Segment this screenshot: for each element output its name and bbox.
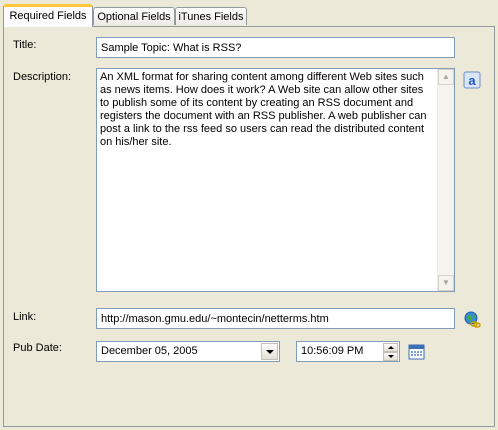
title-input[interactable] bbox=[96, 37, 455, 58]
calendar-icon[interactable] bbox=[408, 343, 425, 360]
pub-date-picker[interactable]: December 05, 2005 bbox=[96, 341, 280, 362]
pub-date-value: December 05, 2005 bbox=[101, 345, 198, 357]
tab-label: iTunes Fields bbox=[178, 11, 244, 23]
pub-time-value: 10:56:09 PM bbox=[301, 345, 364, 357]
description-scrollbar[interactable]: ▲ ▼ bbox=[437, 69, 454, 291]
pub-time-input[interactable]: 10:56:09 PM bbox=[296, 341, 400, 362]
text-format-icon[interactable]: a bbox=[463, 71, 481, 89]
link-label: Link: bbox=[13, 311, 37, 323]
chevron-down-icon[interactable] bbox=[261, 343, 278, 360]
scroll-down-button[interactable]: ▼ bbox=[438, 275, 454, 291]
svg-text:a: a bbox=[468, 73, 476, 88]
description-textarea[interactable]: An XML format for sharing content among … bbox=[96, 68, 455, 292]
tab-label: Optional Fields bbox=[97, 11, 171, 23]
time-spin-down-button[interactable] bbox=[383, 352, 398, 361]
tab-label: Required Fields bbox=[9, 10, 87, 22]
tab-itunes-fields[interactable]: iTunes Fields bbox=[175, 7, 247, 25]
title-label: Title: bbox=[13, 39, 37, 51]
description-text: An XML format for sharing content among … bbox=[100, 71, 430, 148]
pub-date-label: Pub Date: bbox=[13, 342, 62, 354]
web-link-icon[interactable] bbox=[463, 311, 481, 329]
link-input[interactable] bbox=[96, 308, 455, 329]
scroll-up-button[interactable]: ▲ bbox=[438, 69, 454, 85]
tab-required-fields[interactable]: Required Fields bbox=[3, 4, 93, 27]
description-label: Description: bbox=[13, 71, 72, 83]
time-spin-up-button[interactable] bbox=[383, 343, 398, 352]
tab-optional-fields[interactable]: Optional Fields bbox=[93, 7, 175, 25]
